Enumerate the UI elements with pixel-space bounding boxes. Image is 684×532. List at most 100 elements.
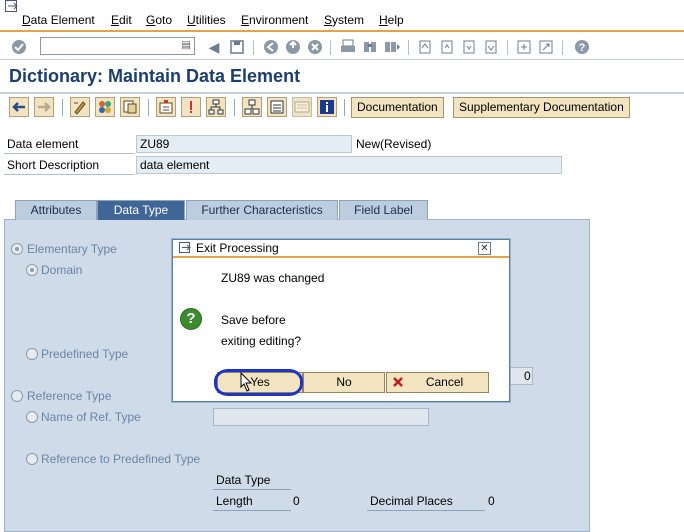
create-session-icon[interactable] bbox=[515, 38, 533, 56]
application-toolbar: Documentation Supplementary Documentatio… bbox=[0, 95, 684, 123]
find-next-icon[interactable] bbox=[383, 38, 401, 56]
supplementary-documentation-button[interactable]: Supplementary Documentation bbox=[453, 97, 630, 118]
find-icon[interactable] bbox=[361, 38, 379, 56]
window-menu-icon[interactable] bbox=[179, 242, 192, 254]
menu-edit[interactable]: Edit bbox=[111, 13, 132, 27]
decimal-places-value[interactable]: 0 bbox=[488, 494, 495, 508]
print-icon[interactable] bbox=[339, 38, 357, 56]
reference-type-label: Reference Type bbox=[27, 389, 112, 403]
exit-processing-dialog: Exit Processing ✕ ZU89 was changed ? Sav… bbox=[172, 239, 510, 402]
toolbar-separator bbox=[62, 99, 63, 116]
menu-data-element[interactable]: Data Element bbox=[22, 13, 95, 27]
name-of-ref-type-radio[interactable] bbox=[26, 411, 38, 423]
short-description-label: Short Description bbox=[7, 158, 100, 172]
activate-icon[interactable] bbox=[156, 97, 176, 117]
yes-button[interactable]: Yes bbox=[217, 372, 303, 393]
question-icon: ? bbox=[180, 308, 202, 330]
back-arrow-icon[interactable]: ◀ bbox=[205, 38, 223, 56]
navigation-window-icon[interactable] bbox=[267, 97, 287, 117]
data-type-label: Data Type bbox=[216, 473, 271, 487]
data-element-label: Data element bbox=[7, 137, 79, 151]
short-description-field[interactable]: data element bbox=[136, 156, 562, 174]
predefined-type-label: Predefined Type bbox=[41, 347, 129, 361]
toolbar-separator bbox=[507, 40, 508, 55]
documentation-button[interactable]: Documentation bbox=[351, 97, 444, 118]
name-of-ref-type-label: Name of Ref. Type bbox=[41, 410, 141, 424]
exit-icon[interactable] bbox=[284, 38, 302, 56]
back-icon[interactable] bbox=[262, 38, 280, 56]
window-menu-icon[interactable] bbox=[5, 0, 20, 13]
cancel-button-label: Cancel bbox=[425, 375, 464, 389]
svg-text:?: ? bbox=[579, 42, 586, 54]
reference-to-predefined-type-label: Reference to Predefined Type bbox=[41, 452, 201, 466]
field-value: 0 bbox=[524, 369, 531, 383]
ref-type-name-field[interactable] bbox=[213, 408, 429, 426]
next-page-icon[interactable] bbox=[460, 38, 478, 56]
hierarchy-icon[interactable] bbox=[206, 97, 226, 117]
dialog-message-save: Save before bbox=[221, 313, 286, 327]
tab-field-label[interactable]: Field Label bbox=[339, 200, 428, 220]
label-underline bbox=[4, 174, 134, 175]
label-underline bbox=[4, 153, 134, 154]
cancel-x-icon bbox=[393, 377, 403, 387]
back-arrow-icon[interactable] bbox=[9, 97, 29, 117]
info-icon[interactable] bbox=[317, 97, 337, 117]
system-toolbar: ▤ ◀ ? bbox=[0, 34, 684, 60]
save-icon[interactable] bbox=[228, 38, 246, 56]
command-field[interactable]: ▤ bbox=[40, 37, 195, 55]
cancel-icon[interactable] bbox=[306, 38, 324, 56]
elementary-type-radio[interactable] bbox=[11, 243, 23, 255]
title-divider bbox=[0, 92, 684, 94]
toolbar-separator bbox=[148, 99, 149, 116]
display-object-list-icon[interactable] bbox=[242, 97, 262, 117]
help-icon[interactable]: ? bbox=[573, 38, 591, 56]
other-object-icon[interactable] bbox=[95, 97, 115, 117]
tab-further-characteristics[interactable]: Further Characteristics bbox=[186, 200, 338, 220]
forward-arrow-icon[interactable] bbox=[34, 97, 54, 117]
label-underline bbox=[367, 510, 485, 511]
no-button[interactable]: No bbox=[303, 372, 385, 393]
label-underline bbox=[213, 489, 291, 490]
dialog-message-exiting: exiting editing? bbox=[221, 334, 302, 348]
previous-page-icon[interactable] bbox=[438, 38, 456, 56]
shortcut-icon[interactable] bbox=[537, 38, 555, 56]
toolbar-separator bbox=[234, 99, 235, 116]
first-page-icon[interactable] bbox=[416, 38, 434, 56]
menu-environment[interactable]: Environment bbox=[241, 13, 308, 27]
command-history-icon[interactable]: ▤ bbox=[182, 40, 191, 51]
dialog-title: Exit Processing bbox=[196, 241, 279, 255]
length-label: Length bbox=[216, 494, 253, 508]
toolbar-separator bbox=[562, 40, 563, 55]
page-title: Dictionary: Maintain Data Element bbox=[9, 66, 301, 86]
domain-label: Domain bbox=[41, 263, 83, 277]
tab-data-type[interactable]: Data Type bbox=[97, 200, 185, 220]
dialog-message-changed: ZU89 was changed bbox=[221, 271, 325, 285]
check-icon[interactable] bbox=[120, 97, 140, 117]
menu-utilities[interactable]: Utilities bbox=[187, 13, 226, 27]
enter-icon[interactable] bbox=[10, 38, 28, 56]
decimal-places-label: Decimal Places bbox=[370, 494, 453, 508]
menu-help[interactable]: Help bbox=[379, 13, 404, 27]
menu-goto[interactable]: Goto bbox=[146, 13, 172, 27]
status-text: New(Revised) bbox=[356, 137, 432, 151]
toolbar-separator bbox=[253, 40, 254, 55]
where-used-icon[interactable] bbox=[181, 97, 201, 117]
worklist-icon[interactable] bbox=[292, 97, 312, 117]
command-input[interactable] bbox=[43, 39, 173, 54]
last-page-icon[interactable] bbox=[482, 38, 500, 56]
predefined-type-radio[interactable] bbox=[26, 348, 38, 360]
domain-radio[interactable] bbox=[26, 264, 38, 276]
label-underline bbox=[213, 510, 291, 511]
cancel-button[interactable]: Cancel bbox=[386, 372, 489, 393]
tab-attributes[interactable]: Attributes bbox=[15, 200, 97, 220]
data-element-field[interactable]: ZU89 bbox=[136, 135, 352, 153]
close-icon[interactable]: ✕ bbox=[478, 242, 491, 255]
display-change-icon[interactable] bbox=[70, 97, 90, 117]
length-value[interactable]: 0 bbox=[293, 494, 300, 508]
reference-type-radio[interactable] bbox=[11, 390, 23, 402]
menu-system[interactable]: System bbox=[324, 13, 364, 27]
dialog-titlebar: Exit Processing ✕ bbox=[173, 240, 509, 258]
number-of-characters-field[interactable]: 0 bbox=[507, 367, 533, 385]
elementary-type-label: Elementary Type bbox=[27, 242, 117, 256]
reference-to-predefined-type-radio[interactable] bbox=[26, 453, 38, 465]
